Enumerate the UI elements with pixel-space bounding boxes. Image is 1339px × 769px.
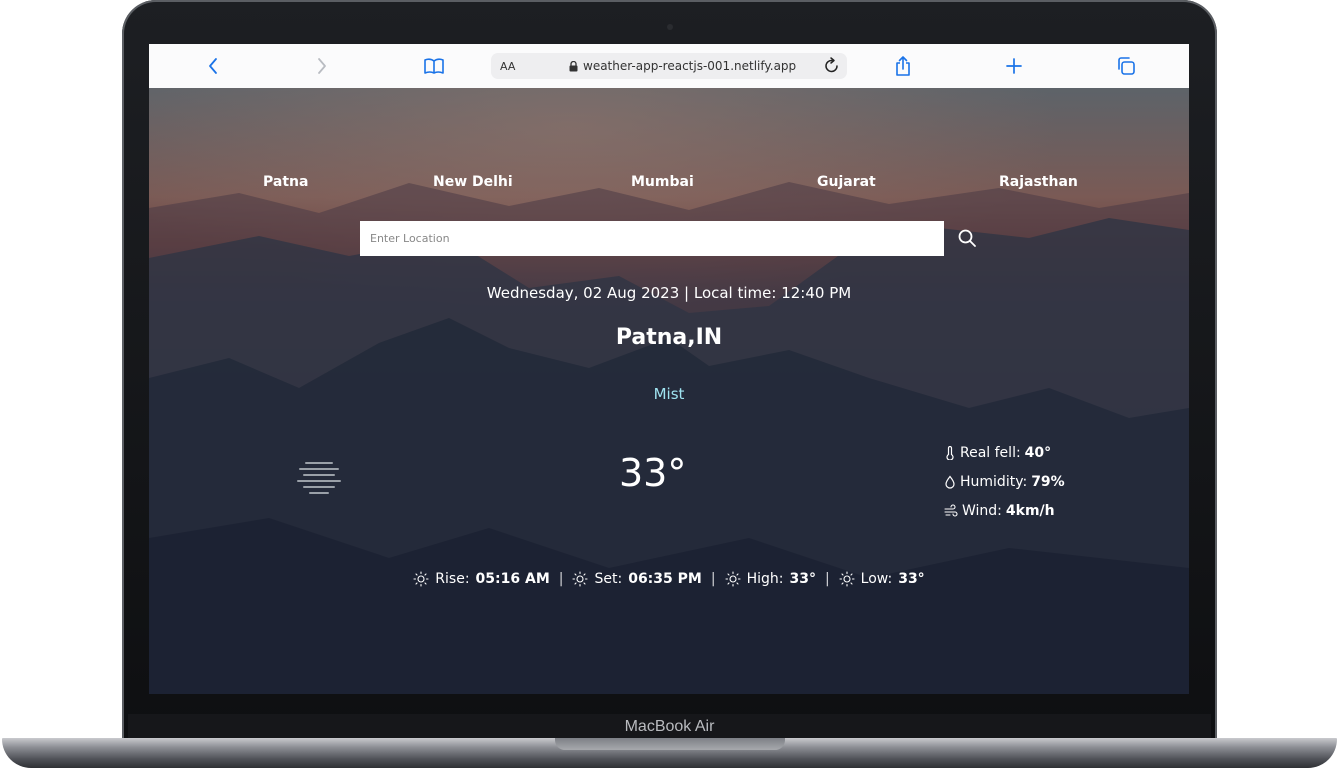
- weather-page: Patna New Delhi Mumbai Gujarat Rajasthan…: [149, 88, 1189, 694]
- search-icon[interactable]: [957, 228, 979, 250]
- weather-details: Real fell: 40° Humidity: 79% Wind: 4km/h: [944, 438, 1065, 525]
- weather-condition: Mist: [653, 385, 685, 403]
- high-value: 33°: [789, 571, 816, 587]
- high-label: High:: [746, 571, 784, 587]
- temperature: 33°: [619, 451, 687, 495]
- real-feel-value: 40°: [1024, 444, 1052, 461]
- city-button-mumbai[interactable]: Mumbai: [631, 174, 694, 190]
- city-button-patna[interactable]: Patna: [263, 174, 308, 190]
- sun-temp-summary: Rise: 05:16 AM | Set: 06:35 PM | High: 3…: [149, 571, 1189, 587]
- city-button-new-delhi[interactable]: New Delhi: [433, 174, 513, 190]
- droplet-icon: [945, 475, 955, 489]
- rise-value: 05:16 AM: [475, 571, 550, 587]
- real-feel-row: Real fell: 40°: [944, 438, 1065, 467]
- city-button-gujarat[interactable]: Gujarat: [817, 174, 876, 190]
- forward-icon[interactable]: [311, 55, 333, 77]
- thermometer-icon: [946, 445, 954, 460]
- wind-value: 4km/h: [1005, 502, 1055, 519]
- laptop-chin: MacBook Air: [128, 714, 1211, 740]
- humidity-value: 79%: [1031, 473, 1065, 490]
- search-input[interactable]: [360, 221, 944, 256]
- city-button-rajasthan[interactable]: Rajasthan: [999, 174, 1078, 190]
- separator: |: [558, 571, 564, 587]
- separator: |: [824, 571, 830, 587]
- humidity-row: Humidity: 79%: [944, 467, 1065, 496]
- browser-screen: AA weather-app-reactjs-001.netlify.app P…: [149, 44, 1189, 694]
- low-temp-icon: [839, 571, 855, 587]
- high-temp-icon: [725, 571, 741, 587]
- mist-icon: [297, 462, 341, 494]
- low-label: Low:: [860, 571, 893, 587]
- laptop-notch: [555, 738, 785, 750]
- wind-icon: [944, 503, 958, 517]
- back-icon[interactable]: [202, 55, 224, 77]
- set-value: 06:35 PM: [628, 571, 702, 587]
- separator: |: [710, 571, 716, 587]
- wind-row: Wind: 4km/h: [944, 496, 1065, 525]
- local-datetime: Wednesday, 02 Aug 2023 | Local time: 12:…: [486, 284, 852, 302]
- humidity-label: Humidity:: [960, 473, 1028, 490]
- sunset-icon: [572, 571, 589, 587]
- lock-icon: [569, 60, 578, 71]
- wind-label: Wind:: [962, 502, 1002, 519]
- url-text: weather-app-reactjs-001.netlify.app: [583, 59, 797, 73]
- rise-label: Rise:: [435, 571, 470, 587]
- url-display: weather-app-reactjs-001.netlify.app: [569, 59, 796, 73]
- location-title: Patna,IN: [615, 325, 723, 350]
- share-icon[interactable]: [892, 55, 914, 77]
- low-value: 33°: [898, 571, 925, 587]
- device-brand-label: MacBook Air: [624, 718, 715, 735]
- weather-content: Patna New Delhi Mumbai Gujarat Rajasthan…: [149, 88, 1189, 694]
- tabs-icon[interactable]: [1115, 55, 1137, 77]
- sunrise-icon: [413, 571, 429, 587]
- reload-icon[interactable]: [823, 56, 841, 81]
- camera: [667, 24, 673, 30]
- set-label: Set:: [594, 571, 623, 587]
- new-tab-icon[interactable]: [1003, 55, 1025, 77]
- bookmarks-icon[interactable]: [423, 55, 445, 77]
- address-bar[interactable]: AA weather-app-reactjs-001.netlify.app: [491, 53, 847, 79]
- real-feel-label: Real fell:: [960, 444, 1021, 461]
- browser-toolbar: AA weather-app-reactjs-001.netlify.app: [149, 44, 1189, 89]
- text-size-button[interactable]: AA: [500, 60, 515, 73]
